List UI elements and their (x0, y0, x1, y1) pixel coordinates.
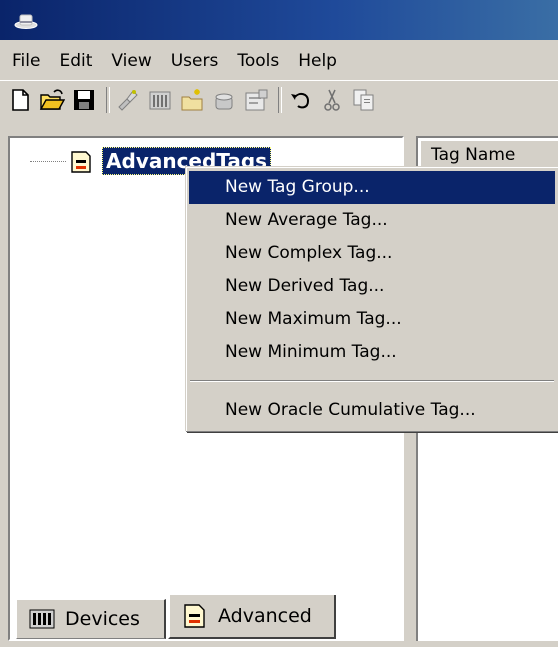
new-document-button[interactable] (6, 86, 34, 114)
new-group-icon (149, 91, 171, 110)
menu-edit[interactable]: Edit (51, 44, 100, 78)
new-tag-button[interactable] (210, 86, 238, 114)
new-tag-folder-button[interactable] (178, 86, 206, 114)
open-button[interactable] (38, 86, 66, 114)
devices-icon (29, 609, 55, 629)
menu-separator (190, 380, 554, 382)
menu-item-new-oracle-cumulative-tag[interactable]: New Oracle Cumulative Tag... (189, 394, 555, 427)
menu-help[interactable]: Help (290, 44, 345, 78)
undo-icon (291, 92, 310, 109)
new-group-button[interactable] (146, 86, 174, 114)
cut-button[interactable] (318, 86, 346, 114)
tree-connector (30, 161, 66, 162)
menu-item-new-complex-tag[interactable]: New Complex Tag... (189, 237, 555, 270)
new-tag-icon (215, 93, 233, 110)
menu-item-new-average-tag[interactable]: New Average Tag... (189, 204, 555, 237)
properties-button[interactable] (242, 86, 270, 114)
save-disk-icon (74, 90, 94, 110)
new-device-button[interactable] (114, 86, 142, 114)
cut-icon (324, 89, 340, 111)
menu-users[interactable]: Users (163, 44, 227, 78)
undo-button[interactable] (286, 86, 314, 114)
tree-tabs: Devices Advanced (16, 595, 396, 639)
copy-button[interactable] (350, 86, 378, 114)
context-menu: New Tag Group... New Average Tag... New … (185, 166, 558, 431)
copy-icon (353, 89, 374, 111)
menu-tools[interactable]: Tools (229, 44, 287, 78)
new-tag-folder-icon (181, 89, 203, 111)
tab-advanced[interactable]: Advanced (168, 595, 336, 639)
tab-devices[interactable]: Devices (16, 599, 166, 639)
new-device-icon (118, 90, 138, 111)
toolbar (0, 80, 558, 121)
save-button[interactable] (70, 86, 98, 114)
menu-bar: File Edit View Users Tools Help (0, 44, 558, 78)
tab-advanced-label: Advanced (218, 605, 312, 627)
menu-item-new-tag-group[interactable]: New Tag Group... (189, 171, 555, 204)
tag-group-icon (71, 151, 91, 173)
toolbar-separator (278, 87, 282, 113)
new-document-icon (12, 89, 29, 111)
menu-view[interactable]: View (103, 44, 159, 78)
properties-icon (245, 89, 268, 111)
menu-item-new-derived-tag[interactable]: New Derived Tag... (189, 270, 555, 303)
app-hat-icon[interactable] (14, 10, 38, 30)
tab-devices-label: Devices (65, 608, 140, 630)
menu-item-new-minimum-tag[interactable]: New Minimum Tag... (189, 336, 555, 369)
advanced-icon (184, 604, 205, 628)
menu-item-new-maximum-tag[interactable]: New Maximum Tag... (189, 303, 555, 336)
open-folder-icon (39, 89, 65, 110)
toolbar-separator (106, 87, 110, 113)
title-bar (0, 0, 558, 40)
menu-file[interactable]: File (0, 44, 48, 78)
